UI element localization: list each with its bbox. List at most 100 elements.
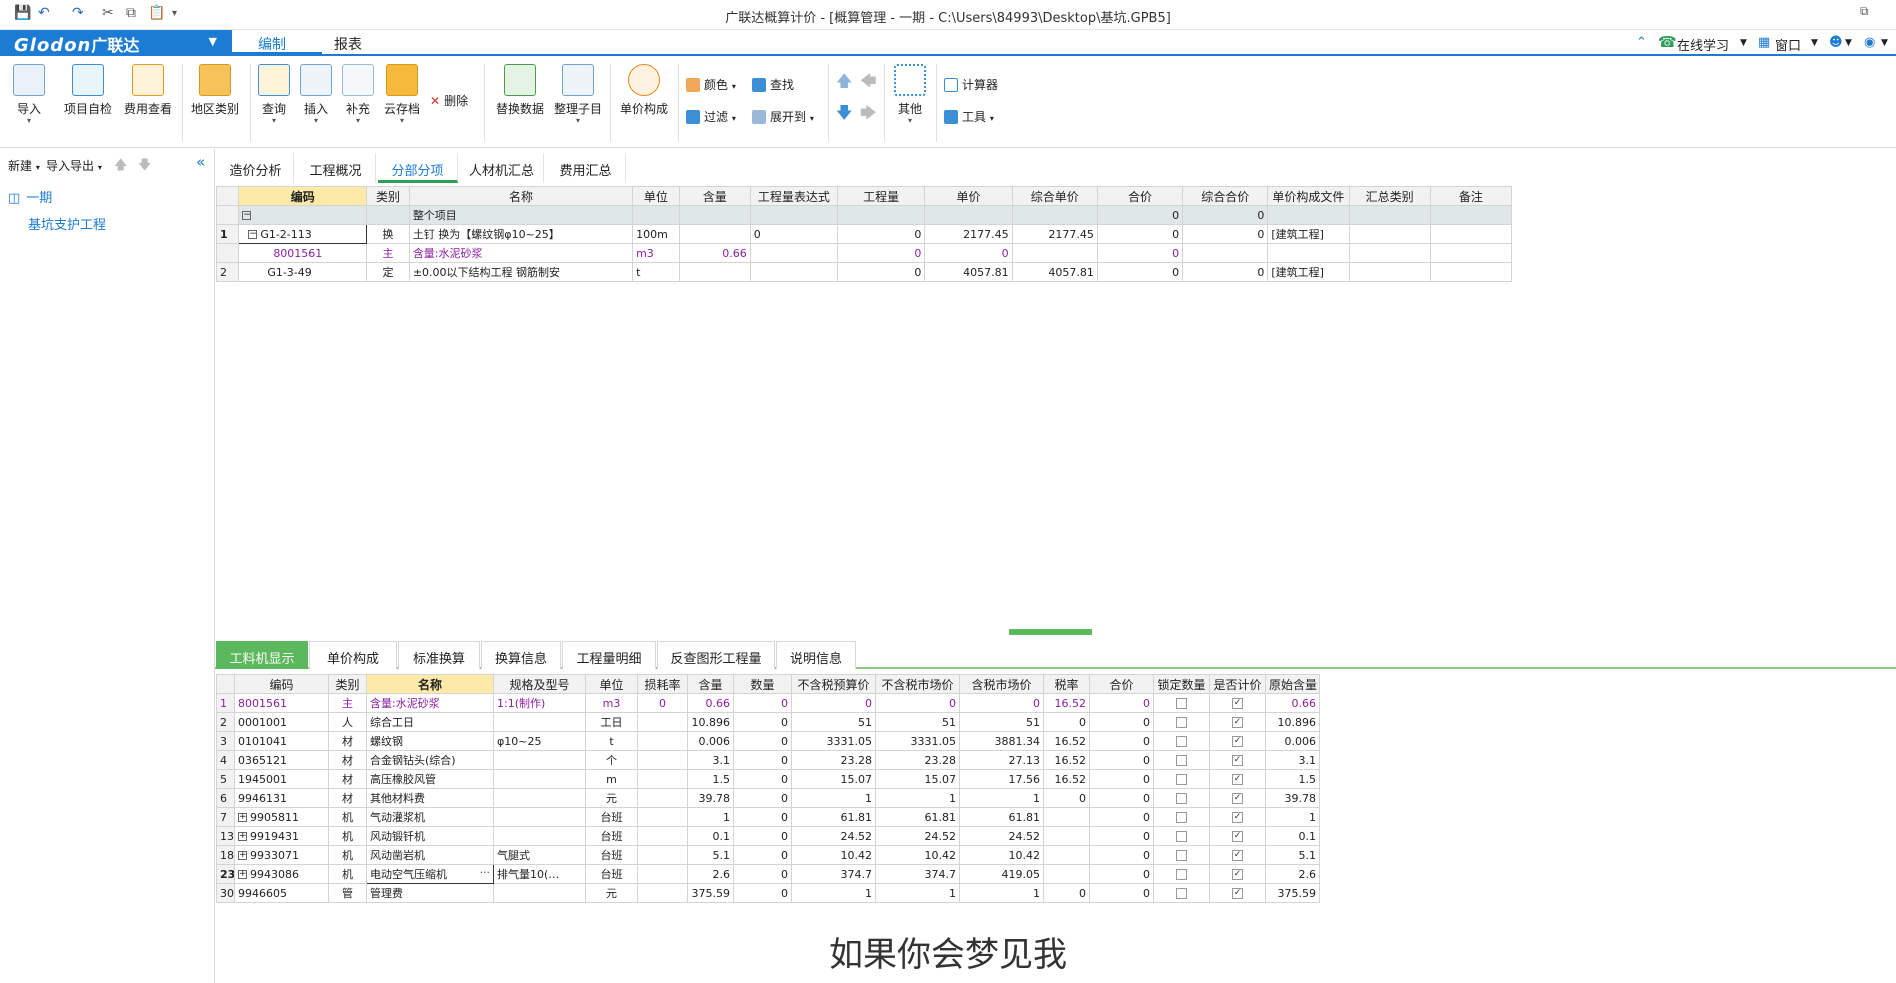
table-row[interactable]: 2 0001001 人综合工日 工日 10.896 0 51 51 51 0 0 ✓ 10.896 [216,712,1320,732]
restore-icon[interactable]: ⧉ [1860,4,1869,19]
cell-market-price-tax[interactable]: 0 [959,693,1044,713]
column-header[interactable]: 合价 [1096,186,1184,206]
cell-type[interactable]: 定 [366,262,410,282]
cell-tax-rate[interactable]: 0 [1043,712,1090,732]
cell-content[interactable]: 1 [687,807,734,827]
tab-standard-conversion[interactable]: 标准换算 [398,641,480,669]
column-header[interactable]: 是否计价 [1209,674,1266,694]
cell-note[interactable] [1429,224,1513,244]
table-row[interactable]: 4 0365121 材合金钢钻头(综合) 个 3.1 0 23.28 23.28 27.13 16… [216,750,1320,770]
filter-button[interactable]: 过滤 ▾ [686,108,736,125]
cell-tax-rate[interactable]: 0 [1043,883,1090,903]
cell-loss-rate[interactable] [637,731,688,751]
cell-spec[interactable]: φ10~25 [493,731,586,751]
cell-content[interactable]: 5.1 [687,845,734,865]
cell-market-price[interactable]: 23.28 [875,750,960,770]
cell-comp-price[interactable] [1011,243,1098,263]
cell-content[interactable]: 0.66 [678,243,751,263]
cell-loss-rate[interactable] [637,845,688,865]
column-header[interactable]: 单位 [585,674,638,694]
cell-tax-rate[interactable]: 0 [1043,788,1090,808]
tab-labor-material-display[interactable]: 工料机显示 [216,641,308,669]
cell-unit[interactable]: 台班 [585,826,638,846]
column-header[interactable]: 数量 [733,674,792,694]
cell-budget-price[interactable]: 61.81 [791,807,876,827]
cell-code[interactable]: 9946131 [234,788,329,808]
menu-tab-report[interactable]: 报表 [334,34,362,54]
cell-unit[interactable]: m3 [632,243,680,263]
cell-code[interactable]: − G1-2-113 [238,224,368,244]
cell-original-content[interactable]: 1 [1265,807,1320,827]
cell-market-price-tax[interactable]: 1 [959,788,1044,808]
column-header[interactable]: 单价 [924,186,1013,206]
cell-market-price[interactable]: 61.81 [875,807,960,827]
cell-unit[interactable]: m3 [585,693,638,713]
color-button[interactable]: 颜色 ▾ [686,76,736,93]
cell-file[interactable] [1267,243,1350,263]
cell-type[interactable]: 换 [366,224,410,244]
cell-category[interactable] [1348,224,1431,244]
column-header[interactable]: 单价构成文件 [1267,186,1350,206]
move-right-icon[interactable]: 🡆 [860,102,877,129]
move-down-icon[interactable]: 🡇 [836,102,852,129]
cell-comp-total[interactable]: 0 [1182,224,1269,244]
cell-type[interactable]: 材 [328,769,367,789]
cell-code[interactable]: 0101041 [234,731,329,751]
cell-spec[interactable] [493,750,586,770]
column-header[interactable]: 类别 [366,186,410,206]
cell-quantity[interactable]: 0 [733,712,792,732]
cell-market-price[interactable]: 3331.05 [875,731,960,751]
cell-quantity[interactable]: 0 [733,845,792,865]
column-header[interactable]: 工程量表达式 [749,186,839,206]
cell-loss-rate[interactable] [637,788,688,808]
lock-quantity-checkbox[interactable] [1176,774,1187,785]
menu-tab-edit[interactable]: 编制 [258,34,286,54]
cell-budget-price[interactable]: 1 [791,788,876,808]
cell-original-content[interactable]: 39.78 [1265,788,1320,808]
tab-graphic-quantity-lookup[interactable]: 反查图形工程量 [657,641,775,669]
cell-tax-rate[interactable]: 16.52 [1043,693,1090,713]
region-button[interactable]: 地区类别 [189,64,241,117]
cell-type[interactable]: 主 [366,243,410,263]
cell-content[interactable]: 1.5 [687,769,734,789]
cell-spec[interactable] [493,712,586,732]
cell-total[interactable]: 0 [1089,826,1154,846]
cell-market-price-tax[interactable]: 27.13 [959,750,1044,770]
down-arrow-icon[interactable]: 🡇 [138,156,151,178]
cell-tax-rate[interactable] [1043,826,1090,846]
calculator-button[interactable]: 计算器 [944,76,998,93]
column-header[interactable]: 汇总类别 [1348,186,1431,206]
column-header[interactable]: 编码 [234,674,329,694]
cell-unit[interactable]: t [585,731,638,751]
cell-type[interactable]: 机 [328,864,367,884]
cell-type[interactable]: 材 [328,788,367,808]
collapse-icon[interactable]: − [248,230,258,239]
cell-spec[interactable] [493,769,586,789]
cell-name[interactable]: 风动锻钎机 [366,826,494,846]
cell-code[interactable]: 1945001 [234,769,329,789]
cell-expr[interactable] [749,243,839,263]
is-priced-checkbox[interactable]: ✓ [1232,831,1243,842]
cell-expr[interactable] [749,262,839,282]
cell-name[interactable]: 含量:水泥砂浆 [408,243,634,263]
cell-market-price[interactable]: 374.7 [875,864,960,884]
cell-quantity[interactable]: 0 [733,864,792,884]
cell-budget-price[interactable]: 15.07 [791,769,876,789]
cell-original-content[interactable]: 1.5 [1265,769,1320,789]
cell-budget-price[interactable]: 1 [791,883,876,903]
tab-fee-summary[interactable]: 费用汇总 [546,153,626,183]
query-button[interactable]: 查询 ▾ [256,64,292,125]
column-header[interactable]: 不含税市场价 [875,674,960,694]
lock-quantity-checkbox[interactable] [1176,736,1187,747]
cell-market-price[interactable]: 1 [875,883,960,903]
cell-name[interactable]: 高压橡胶风管 [366,769,494,789]
column-header[interactable]: 工程量 [837,186,926,206]
cell-unit[interactable]: 元 [585,788,638,808]
cell-comp-price[interactable]: 4057.81 [1011,262,1098,282]
cell-market-price[interactable]: 24.52 [875,826,960,846]
cell-market-price-tax[interactable]: 24.52 [959,826,1044,846]
cell-total[interactable]: 0 [1089,883,1154,903]
cell-qty[interactable]: 0 [837,243,926,263]
cell-market-price-tax[interactable]: 17.56 [959,769,1044,789]
table-row[interactable]: 23 +9943086 机电动空气压缩机 ··· 排气量10(… 台班 2.6 0 374.7 3… [216,864,1320,884]
